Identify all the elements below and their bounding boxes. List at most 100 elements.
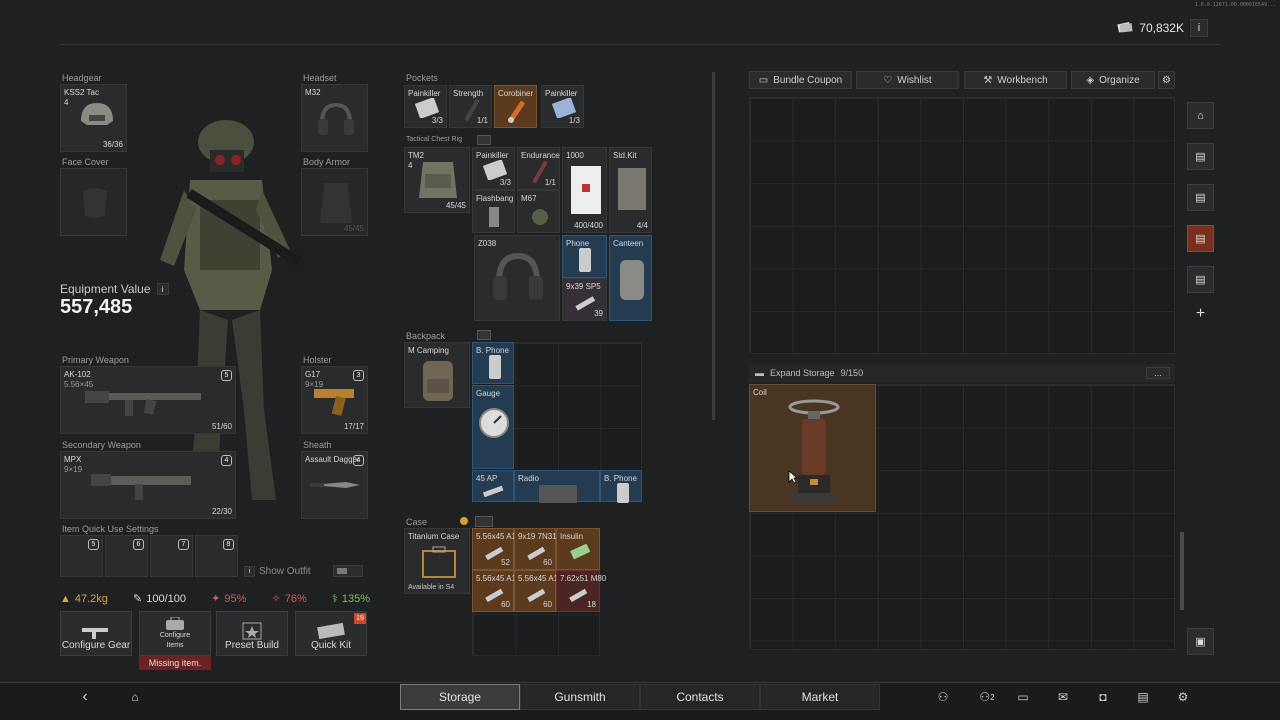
- headgear-level: 4: [64, 98, 69, 107]
- shop-button[interactable]: ◘: [1092, 688, 1114, 706]
- rig-item[interactable]: Flashbang: [472, 190, 515, 233]
- crate-icon: ▤: [1195, 233, 1206, 245]
- rig-item[interactable]: Endurance 1/1: [517, 147, 560, 190]
- rig-item-count: 1/1: [544, 178, 556, 187]
- gear-icon: ⚙: [1177, 690, 1189, 704]
- pocket-item[interactable]: Corobiner: [494, 85, 537, 128]
- pocket-item[interactable]: Strength 1/1: [449, 85, 492, 128]
- body-armor-slot[interactable]: 45/45: [301, 168, 368, 236]
- tab-gunsmith[interactable]: Gunsmith: [520, 684, 640, 710]
- pocket-item-count: 1/1: [476, 116, 488, 125]
- sheath-slot[interactable]: Assault Dagger 4: [301, 451, 368, 519]
- rig-item[interactable]: Painkiller 3/3: [472, 147, 515, 190]
- settings-button[interactable]: ⚙: [1172, 688, 1194, 706]
- storage-tab-1-button[interactable]: ▤: [1187, 143, 1214, 170]
- workbench-button[interactable]: ⚒ Workbench: [964, 71, 1067, 89]
- face-cover-slot[interactable]: [60, 168, 127, 236]
- storage-grid[interactable]: [749, 97, 1175, 354]
- storage-scrollbar[interactable]: [1180, 532, 1184, 610]
- backpack-item[interactable]: B. Phone: [600, 470, 642, 503]
- add-storage-tab-button[interactable]: +: [1187, 300, 1214, 327]
- primary-weapon-slot[interactable]: AK-102 5.56×45 5 51/60: [60, 366, 236, 434]
- backpack-item[interactable]: Gauge: [472, 385, 514, 469]
- equipment-value-info-icon[interactable]: i: [156, 283, 169, 295]
- backpack-item[interactable]: Radio: [514, 470, 600, 503]
- currency-info-button[interactable]: i: [1190, 19, 1208, 37]
- storage-sort-button[interactable]: ▣: [1187, 628, 1214, 655]
- show-outfit-info-icon[interactable]: i: [244, 565, 255, 577]
- rig-item[interactable]: Canteen: [609, 235, 652, 321]
- quick-slot[interactable]: 8: [195, 535, 238, 577]
- case-item[interactable]: 5.56x45 A1 60: [514, 570, 558, 612]
- rig-item-name: Painkiller: [476, 151, 509, 160]
- secondary-weapon-slot[interactable]: MPX 9×19 4 22/30: [60, 451, 236, 519]
- case-item[interactable]: Insulin: [556, 528, 600, 570]
- storage-settings-button[interactable]: ⚙: [1158, 71, 1175, 89]
- mail-button[interactable]: ✉: [1052, 688, 1074, 706]
- case-lock-icon[interactable]: [475, 516, 493, 527]
- show-outfit-toggle[interactable]: [332, 565, 363, 577]
- currency-icon: [1117, 21, 1133, 36]
- holster-slot[interactable]: G17 9×19 3 17/17: [301, 366, 368, 434]
- equipment-value-label: Equipment Value i: [60, 282, 169, 296]
- build-version-text: 1.0.0.12671.00.000016549...: [1194, 2, 1276, 8]
- friends-button[interactable]: ⚇ 2: [974, 688, 1000, 706]
- preset-build-button[interactable]: Preset Build: [216, 611, 288, 656]
- durability-value: 100/100: [146, 592, 187, 605]
- phone-icon: [489, 355, 501, 379]
- quick-slot[interactable]: 6: [105, 535, 148, 577]
- home-button[interactable]: ⌂: [124, 688, 146, 706]
- pocket-item[interactable]: Painkiller 1/3: [541, 85, 584, 128]
- tab-contacts[interactable]: Contacts: [640, 684, 760, 710]
- backpack-lock-icon[interactable]: [477, 330, 491, 340]
- tab-market[interactable]: Market: [760, 684, 880, 710]
- face-cover-label: Face Cover: [62, 157, 109, 167]
- case-item[interactable]: 5.56x45 A1 60: [472, 570, 516, 612]
- configure-gear-button[interactable]: Configure Gear: [60, 611, 132, 656]
- loadout-scrollbar[interactable]: [712, 72, 715, 420]
- rig-lock-icon[interactable]: [477, 135, 491, 145]
- rig-item[interactable]: Std.Kit 4/4: [609, 147, 652, 233]
- headgear-slot[interactable]: KSS2 Tac 4 36/36: [60, 84, 127, 152]
- backpack-item[interactable]: 45 AP: [472, 470, 514, 502]
- storage-home-button[interactable]: ⌂: [1187, 102, 1214, 129]
- backpack-item[interactable]: B. Phone: [472, 342, 514, 384]
- squad-button[interactable]: ⚇: [932, 688, 954, 706]
- organize-button[interactable]: ◈ Organize: [1071, 71, 1155, 89]
- rig-item-name: M67: [521, 194, 537, 203]
- chat-button[interactable]: ▭: [1012, 688, 1034, 706]
- quick-slot[interactable]: 5: [60, 535, 103, 577]
- pocket-item[interactable]: Painkiller 3/3: [404, 85, 447, 128]
- pill-pack-icon: [483, 160, 507, 180]
- notes-button[interactable]: ▤: [1132, 688, 1154, 706]
- storage-tab-4-button[interactable]: ▤: [1187, 266, 1214, 293]
- configure-items-button[interactable]: Configure Items: [139, 611, 211, 656]
- wishlist-button[interactable]: ♡ Wishlist: [856, 71, 959, 89]
- backpack-slot[interactable]: M Camping: [404, 342, 470, 408]
- case-item[interactable]: 9x19 7N31 60: [514, 528, 557, 570]
- quick-slot[interactable]: 7: [150, 535, 193, 577]
- storage-tab-3-button[interactable]: ▤: [1187, 225, 1214, 252]
- canteen-icon: [620, 260, 644, 300]
- rig-item[interactable]: 9x39 SP5 39: [562, 278, 607, 321]
- rig-label: Tactical Chest Rig: [406, 136, 463, 143]
- bundle-coupon-button[interactable]: ▭ Bundle Coupon: [749, 71, 852, 89]
- rig-item[interactable]: 1000 400/400: [562, 147, 607, 233]
- rig-slot[interactable]: TM2 4 45/45: [404, 147, 470, 213]
- case-item[interactable]: 7.62x51 M80 18: [556, 570, 606, 612]
- storage-item-coil[interactable]: Coil: [749, 384, 876, 512]
- expand-storage-more-button[interactable]: ...: [1146, 367, 1170, 379]
- insulin-icon: [570, 543, 591, 560]
- storage-tab-2-button[interactable]: ▤: [1187, 184, 1214, 211]
- rig-item[interactable]: Phone: [562, 235, 607, 278]
- configure-items-label: Configure Items: [159, 632, 191, 649]
- weight-value: 47.2kg: [74, 592, 108, 605]
- headset-slot[interactable]: M32: [301, 84, 368, 152]
- tab-storage[interactable]: Storage: [400, 684, 520, 710]
- rig-item[interactable]: Z038: [474, 235, 560, 321]
- case-item[interactable]: 5.56x45 A1 52: [472, 528, 516, 570]
- back-button[interactable]: ‹: [74, 688, 96, 706]
- rig-item[interactable]: M67: [517, 190, 560, 233]
- case-slot[interactable]: Titanium Case Available in S4: [404, 528, 470, 594]
- case-info-icon[interactable]: [460, 517, 468, 525]
